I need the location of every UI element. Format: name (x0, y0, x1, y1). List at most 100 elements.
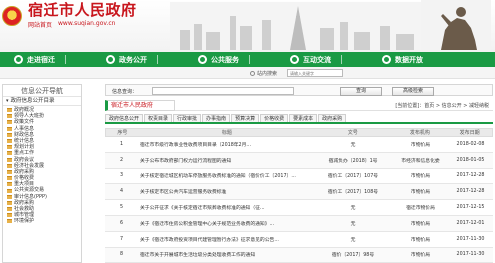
folder-icon (7, 132, 12, 137)
folder-icon (7, 219, 12, 224)
logo[interactable]: 宿迁市人民政府 网站首页 www.suqian.gov.cn (2, 2, 137, 29)
caret-down-icon: ▾ (6, 97, 9, 104)
folder-icon (7, 169, 12, 174)
cell-date: 2018-01-05 (456, 157, 485, 163)
tab[interactable]: 权责目录 (144, 114, 173, 122)
search-icon (250, 71, 255, 76)
sidebar-title: 信息公开导航 (3, 85, 81, 97)
folder-icon (7, 182, 12, 187)
cell-org: 市物价局 (410, 174, 431, 180)
cell-title-link[interactable]: 宿迁市关于开展城市生活垃圾分类处理收费工作的通知 (138, 251, 313, 258)
table-row[interactable]: 7 关于《宿迁市政府投资项目代建管理暂行办法》征求意见的公告... 无 市物价局… (105, 232, 493, 248)
site-search-bar: 站内搜索 (0, 67, 495, 79)
cell-org: 市物价局 (410, 142, 431, 148)
folder-icon (7, 126, 12, 131)
cell-no: 6 (119, 220, 124, 226)
nav-item-open-data[interactable]: 数据开放 (342, 52, 433, 67)
tab[interactable]: 办事指南 (202, 114, 231, 122)
chat-icon (290, 55, 299, 64)
table-row[interactable]: 5 关于公开征求《关于核定宿迁市殡葬收费标准的通知（征... 无 宿迁市物价局 … (105, 200, 493, 216)
category-tabs: 政府信息公开 权责目录 行政审批 办事指南 预算决算 价格收费 要素成本 政府采… (105, 114, 493, 124)
cell-doc: 无 (350, 221, 356, 227)
cell-no: 8 (119, 252, 124, 258)
folder-icon (7, 151, 12, 156)
nav-label: 数据开放 (395, 55, 423, 64)
cell-date: 2017-11-30 (456, 252, 485, 258)
document-icon (106, 55, 115, 64)
table-row[interactable]: 6 关于《宿迁市住房公积金管理中心关于规范业务收费的通知》... 无 市物价局 … (105, 215, 493, 232)
folder-icon (7, 108, 12, 113)
cell-org: 市物价局 (410, 190, 431, 196)
tab[interactable]: 预算决算 (231, 114, 260, 122)
col-header-title: 标题 (221, 130, 232, 136)
main-content: 信息查询： 查询 高级检索 宿迁市人民政府 [当前位置]：首页 > 信息公开 >… (105, 84, 493, 263)
nav-item-intro[interactable]: 走进宿迁 (0, 52, 65, 67)
tab[interactable]: 政府信息公开 (105, 114, 144, 122)
table-row[interactable]: 1 宿迁市市级行政事业性收费项目目录（2018年2月... 无 市物价局 201… (105, 137, 493, 153)
table-row[interactable]: 3 关于核定宿迁城区机动车停放服务收费标准的通知（宿价价工〔2017〕... 宿… (105, 169, 493, 185)
folder-icon (7, 163, 12, 168)
cell-no: 4 (119, 189, 124, 195)
cell-org: 市经济和信息化委 (401, 158, 440, 164)
table-row[interactable]: 2 关于公布市政府部门权力运行流程图的通知 宿减负办〔2018〕1号 市经济和信… (105, 152, 493, 169)
folder-icon (7, 207, 12, 212)
statue-image (421, 0, 491, 50)
cell-date: 2017-12-01 (456, 220, 485, 226)
site-title: 宿迁市人民政府 (28, 1, 137, 19)
folder-icon (7, 145, 12, 150)
breadcrumb: [当前位置]：首页 > 信息公开 > 减轻纳税 (395, 103, 489, 109)
nav-label: 公共服务 (211, 55, 239, 64)
cell-doc: 无 (350, 142, 356, 148)
sidebar-item-label: 环境保护 (14, 218, 35, 225)
advanced-search-button[interactable]: 高级检索 (392, 86, 434, 96)
cell-title-link[interactable]: 关于公开征求《关于核定宿迁市殡葬收费标准的通知（征... (138, 204, 313, 211)
sidebar-item[interactable]: 环境保护 (7, 218, 81, 224)
nav-item-gov-open[interactable]: 政务公开 (66, 52, 157, 67)
tab[interactable]: 要素成本 (289, 114, 318, 122)
city-skyline-image (170, 2, 430, 50)
cell-title-link[interactable]: 宿迁市市级行政事业性收费项目目录（2018年2月... (138, 141, 313, 148)
cell-title-link[interactable]: 关于《宿迁市住房公积金管理中心关于规范业务收费的通知》... (138, 220, 313, 227)
site-subtitle: 网站首页 (28, 22, 53, 29)
site-header: 宿迁市人民政府 网站首页 www.suqian.gov.cn (0, 0, 495, 52)
cell-doc: 宿价工〔2017〕108号 (327, 190, 379, 196)
folder-icon (7, 114, 12, 119)
site-url: www.suqian.gov.cn (58, 20, 116, 27)
cell-doc: 宿减负办〔2018〕1号 (328, 158, 378, 164)
tab[interactable]: 行政审批 (173, 114, 202, 122)
sidebar-tree-head-label: 政府信息公开目录 (10, 97, 55, 104)
site-search-label: 站内搜索 (250, 70, 277, 77)
table-row[interactable]: 8 宿迁市关于开展城市生活垃圾分类处理收费工作的通知 宿价〔2017〕98号 市… (105, 247, 493, 263)
cell-title-link[interactable]: 关于核定宿迁城区机动车停放服务收费标准的通知（宿价价工〔2017〕... (138, 172, 313, 179)
cell-org: 市物价局 (410, 253, 431, 259)
tab[interactable]: 政府采购 (318, 114, 347, 122)
service-icon (198, 55, 207, 64)
nav-item-public-service[interactable]: 公共服务 (158, 52, 249, 67)
cell-no: 7 (119, 236, 124, 242)
nav-item-interaction[interactable]: 互动交流 (250, 52, 341, 67)
col-header-org: 发布机构 (409, 130, 430, 136)
cell-date: 2018-02-08 (456, 141, 485, 147)
folder-icon (7, 194, 12, 199)
cell-title-link[interactable]: 关于核定市区公共汽车运营服务收费标准 (138, 188, 313, 195)
sidebar-list: 政府概况 领导人大班扮 政策文件 人事信息 财政信息 统计信息 规划计划 重点工… (3, 106, 81, 225)
cell-org: 市物价局 (410, 221, 431, 227)
info-search-input[interactable] (152, 87, 294, 95)
table-header: 序号 标题 文号 发布机构 发布日期 (105, 128, 493, 137)
cell-date: 2017-12-28 (456, 173, 485, 179)
query-button[interactable]: 查询 (340, 86, 382, 96)
cell-no: 5 (119, 205, 124, 211)
nav-label: 走进宿迁 (27, 55, 55, 64)
cell-title-link[interactable]: 关于公布市政府部门权力运行流程图的通知 (138, 157, 313, 164)
site-search-input[interactable] (287, 69, 343, 77)
nav-label: 互动交流 (303, 55, 331, 64)
table-row[interactable]: 4 关于核定市区公共汽车运营服务收费标准 宿价工〔2017〕108号 市物价局 … (105, 184, 493, 201)
cell-date: 2017-11-30 (456, 236, 485, 242)
col-header-no: 序号 (117, 130, 128, 136)
sidebar-tree-head[interactable]: ▾ 政府信息公开目录 (3, 97, 81, 106)
tab[interactable]: 价格收费 (260, 114, 289, 122)
cell-org: 市物价局 (410, 237, 431, 243)
cell-doc: 宿价工〔2017〕107号 (327, 174, 379, 180)
cell-title-link[interactable]: 关于《宿迁市政府投资项目代建管理暂行办法》征求意见的公告... (138, 236, 313, 243)
cell-doc: 无 (350, 206, 356, 212)
